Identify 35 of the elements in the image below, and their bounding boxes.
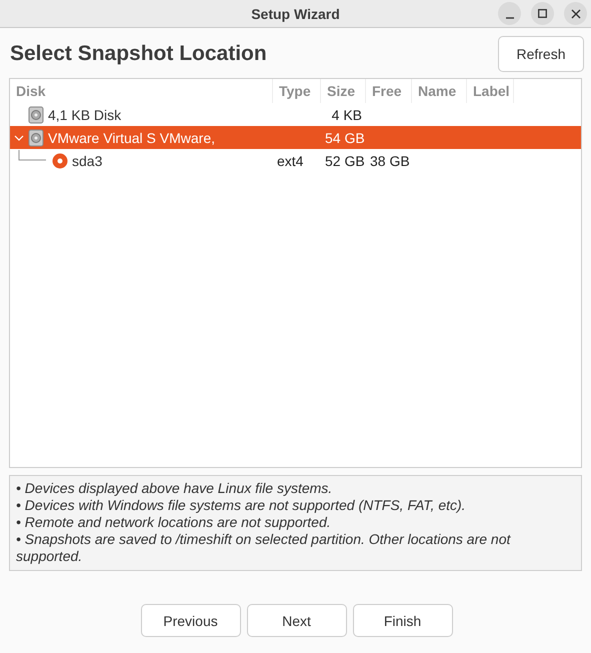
table-row[interactable]: 4,1 KB Disk 4 KB (10, 103, 581, 126)
table-cell-text: 38 GB (369, 152, 411, 168)
table-cell-text: 54 GB (324, 130, 366, 146)
wizard-button[interactable]: Finish (352, 604, 452, 637)
table-row[interactable]: sda3 ext4 52 GB 38 GB (10, 149, 581, 172)
maximize-icon (538, 9, 547, 18)
disk-name: sda3 (72, 152, 102, 168)
column-header[interactable]: Type (273, 79, 321, 103)
table-cell-text: ext4 (276, 152, 304, 168)
column-header[interactable]: Disk (10, 79, 273, 103)
selected-row[interactable]: VMware Virtual S VMware, 54 GB (10, 126, 581, 149)
note-text: • Devices with Windows file systems are not supported (NTFS, FAT, etc). (16, 497, 467, 514)
note-text: • Snapshots are saved to /timeshift on selected partition. Other locations are not supported. (16, 531, 512, 565)
wizard-button[interactable]: Previous (140, 604, 240, 637)
column-header[interactable]: Label (467, 79, 514, 103)
note-text: • Devices displayed above have Linux file systems. (16, 480, 334, 497)
maximize-button[interactable] (531, 2, 554, 25)
close-button[interactable] (564, 2, 587, 25)
disk-name: VMware Virtual S VMware, (48, 130, 216, 146)
window-title: Setup Wizard (251, 6, 340, 22)
table-cell-text: 52 GB (324, 152, 366, 168)
expander-icon[interactable] (14, 134, 24, 140)
column-header[interactable]: Name (412, 79, 467, 103)
tree-line (18, 150, 48, 161)
column-header[interactable]: Size (321, 79, 366, 103)
page-heading: Select Snapshot Location (10, 42, 267, 66)
table-cell-text: 4 KB (330, 106, 363, 122)
disk-name: 4,1 KB Disk (48, 106, 122, 122)
column-header[interactable]: Free (366, 79, 412, 103)
minimize-icon (506, 16, 514, 18)
refresh-button[interactable]: Refresh (498, 36, 584, 72)
close-icon (570, 8, 580, 18)
note-text: • Remote and network locations are not supported. (16, 514, 332, 531)
wizard-button[interactable]: Next (246, 604, 346, 637)
partition-icon (52, 152, 68, 168)
